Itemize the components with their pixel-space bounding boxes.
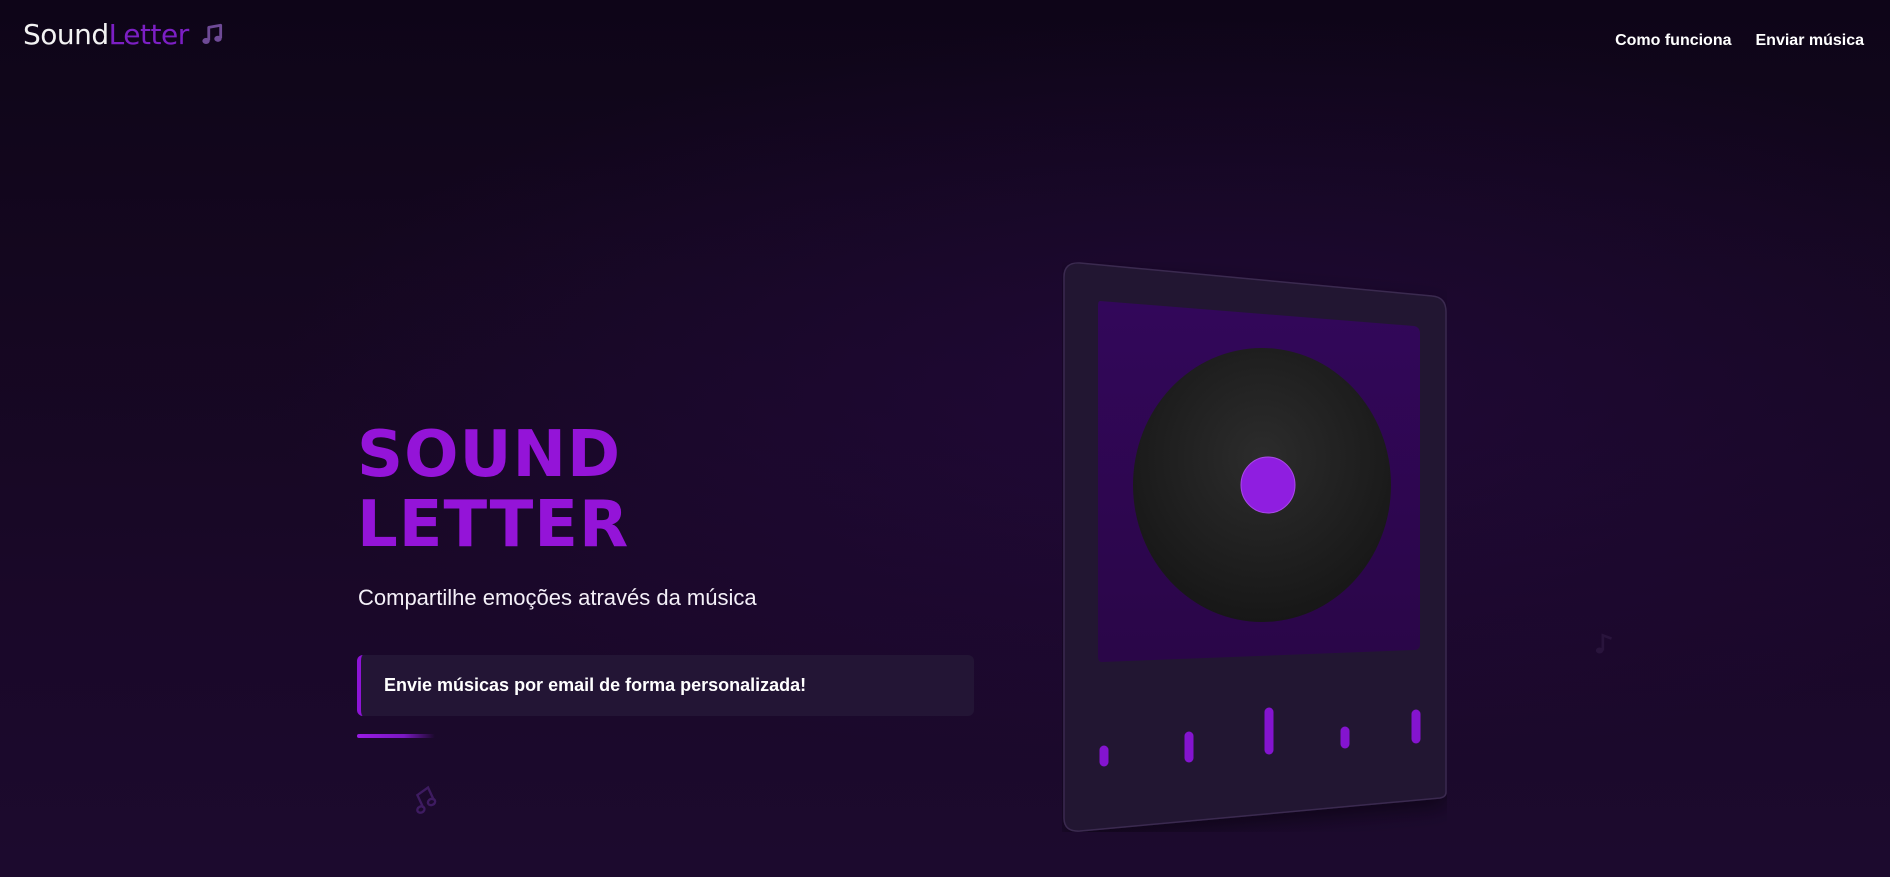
- player-card: [1062, 262, 1447, 832]
- hero-title-line-2: LETTER: [357, 488, 630, 562]
- hero-title-line-1: SOUND: [357, 418, 622, 492]
- vinyl-record-icon: [1133, 348, 1391, 622]
- hero-subtitle: Compartilhe emoções através da música: [358, 585, 757, 610]
- music-note-icon: [1595, 633, 1612, 654]
- player-illustration: [1063, 262, 1447, 832]
- promo-text: Envie músicas por email de forma persona…: [384, 675, 807, 695]
- nav-link-enviar-musica[interactable]: Enviar música: [1756, 32, 1865, 50]
- navbar: Sound Letter Como funciona Enviar música: [0, 0, 1890, 80]
- hero-title: SOUND LETTER: [357, 420, 629, 560]
- brand-logo[interactable]: Sound Letter: [23, 18, 225, 51]
- promo-box: Envie músicas por email de forma persona…: [357, 655, 974, 716]
- music-note-icon: [415, 785, 437, 814]
- nav-links: Como funciona Enviar música: [1615, 32, 1864, 50]
- nav-link-como-funciona[interactable]: Como funciona: [1615, 32, 1731, 50]
- music-note-icon: [202, 23, 222, 44]
- brand-name-sound: Sound: [23, 18, 109, 51]
- brand-name-letter: Letter: [108, 18, 190, 51]
- accent-line: [357, 734, 435, 738]
